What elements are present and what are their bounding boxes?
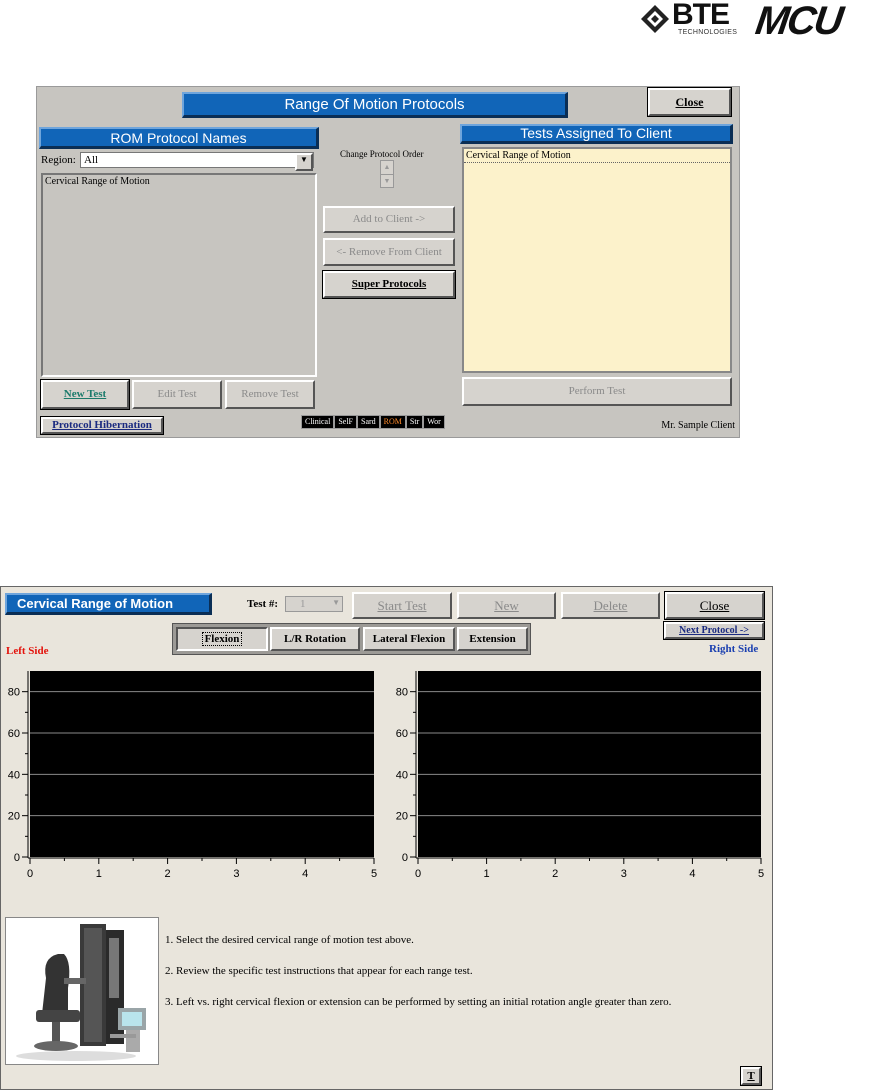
right-side-chart: 0 20 40 60 80 0 1 2 3 4 5 <box>396 671 764 880</box>
protocol-hibernation-label: Protocol Hibernation <box>52 419 152 431</box>
tab-lateral-flexion[interactable]: Lateral Flexion <box>363 627 455 651</box>
next-protocol-button[interactable]: Next Protocol -> <box>663 621 765 640</box>
x-tick-label: 5 <box>371 868 377 880</box>
region-select-value: All <box>84 154 99 166</box>
x-tick-label: 1 <box>484 868 490 880</box>
change-order-label: Change Protocol Order <box>340 149 424 159</box>
instruction-1: 1. Select the desired cervical range of … <box>165 934 414 946</box>
bte-logo-subtext: TECHNOLOGIES <box>678 29 738 36</box>
region-select[interactable]: All ▼ <box>80 152 314 171</box>
protocols-close-label: Close <box>675 95 704 109</box>
rom-protocol-names-header: ROM Protocol Names <box>39 127 319 149</box>
module-strip: Clinical SelF Sard ROM Str Wor <box>301 415 445 429</box>
remove-test-button[interactable]: Remove Test <box>225 380 315 409</box>
y-tick-label: 0 <box>402 852 408 864</box>
equipment-image <box>5 917 159 1065</box>
assigned-tests-list[interactable]: Cervical Range of Motion <box>462 147 732 373</box>
y-tick-label: 40 <box>8 769 20 781</box>
y-tick-label: 20 <box>8 811 20 823</box>
tab-flexion-label: Flexion <box>201 632 243 646</box>
left-side-chart: 0 20 40 60 80 0 1 2 3 4 5 <box>8 671 377 880</box>
delete-button[interactable]: Delete <box>561 592 660 619</box>
start-test-button[interactable]: Start Test <box>352 592 452 619</box>
protocol-names-list[interactable]: Cervical Range of Motion <box>41 173 317 377</box>
module-tab[interactable]: ROM <box>379 415 406 429</box>
protocols-window-title: Range Of Motion Protocols <box>182 92 568 118</box>
t-button-label: T <box>747 1070 755 1082</box>
x-tick-label: 4 <box>689 868 695 880</box>
chevron-down-icon[interactable]: ▼ <box>332 598 340 607</box>
module-tab[interactable]: Sard <box>357 415 380 429</box>
delete-label: Delete <box>593 598 628 613</box>
plot-area <box>418 671 761 857</box>
module-tab[interactable]: Clinical <box>301 415 335 429</box>
list-item[interactable]: Cervical Range of Motion <box>43 175 315 188</box>
list-item[interactable]: Cervical Range of Motion <box>464 149 730 163</box>
x-tick-label: 4 <box>302 868 308 880</box>
left-side-label: Left Side <box>6 645 49 657</box>
bte-logo: BTE TECHNOLOGIES <box>640 0 752 40</box>
y-tick-label: 80 <box>8 687 20 699</box>
new-button[interactable]: New <box>457 592 556 619</box>
test-number-label: Test #: <box>247 598 279 610</box>
tab-lr-rotation[interactable]: L/R Rotation <box>270 627 360 651</box>
y-tick-label: 20 <box>396 811 408 823</box>
region-label: Region: <box>41 154 76 166</box>
instruction-2: 2. Review the specific test instructions… <box>165 965 473 977</box>
module-tab[interactable]: Str <box>405 415 424 429</box>
module-tab[interactable]: Wor <box>423 415 445 429</box>
remove-from-client-button[interactable]: <- Remove From Client <box>323 238 455 266</box>
protocols-close-button[interactable]: Close <box>647 87 732 117</box>
motion-tabs: Flexion L/R Rotation Lateral Flexion Ext… <box>172 623 531 655</box>
start-test-label: Start Test <box>377 598 427 613</box>
x-tick-label: 1 <box>96 868 102 880</box>
y-tick-label: 0 <box>14 852 20 864</box>
test-number-value: 1 <box>300 598 306 610</box>
new-label: New <box>494 598 519 613</box>
protocols-window: Range Of Motion Protocols Close ROM Prot… <box>36 86 740 438</box>
bte-machine-illustration <box>16 924 146 1061</box>
test-window-title: Cervical Range of Motion <box>5 593 212 615</box>
tab-extension[interactable]: Extension <box>457 627 528 651</box>
test-number-select[interactable]: 1 ▼ <box>285 596 343 612</box>
protocol-hibernation-button[interactable]: Protocol Hibernation <box>40 416 164 435</box>
order-spinner[interactable]: ▲ ▼ <box>380 160 394 188</box>
y-tick-label: 40 <box>396 769 408 781</box>
mcu-logo: MCU <box>752 0 845 43</box>
y-tick-label: 60 <box>8 728 20 740</box>
new-test-button[interactable]: New Test <box>40 379 130 410</box>
x-tick-label: 3 <box>233 868 239 880</box>
tests-assigned-header: Tests Assigned To Client <box>460 124 733 144</box>
x-tick-label: 5 <box>758 868 764 880</box>
arrow-down-icon[interactable]: ▼ <box>381 175 393 188</box>
x-tick-label: 0 <box>415 868 421 880</box>
instruction-3: 3. Left vs. right cervical flexion or ex… <box>165 996 672 1008</box>
x-tick-label: 2 <box>165 868 171 880</box>
x-tick-label: 0 <box>27 868 33 880</box>
test-close-label: Close <box>699 598 730 613</box>
module-tab[interactable]: SelF <box>334 415 357 429</box>
super-protocols-button[interactable]: Super Protocols <box>322 270 456 299</box>
chevron-down-icon[interactable]: ▼ <box>295 153 313 171</box>
arrow-up-icon[interactable]: ▲ <box>381 161 393 175</box>
x-tick-label: 2 <box>552 868 558 880</box>
next-protocol-label: Next Protocol -> <box>679 625 749 636</box>
x-tick-label: 3 <box>621 868 627 880</box>
client-name: Mr. Sample Client <box>661 420 735 431</box>
t-button[interactable]: T <box>740 1066 762 1086</box>
right-side-label: Right Side <box>709 643 759 655</box>
edit-test-button[interactable]: Edit Test <box>132 380 222 409</box>
bte-logo-text: BTE <box>672 0 730 31</box>
y-tick-label: 80 <box>396 687 408 699</box>
plot-area <box>30 671 374 857</box>
perform-test-button[interactable]: Perform Test <box>462 377 732 406</box>
test-close-button[interactable]: Close <box>664 591 765 620</box>
super-protocols-label: Super Protocols <box>351 278 427 290</box>
tab-flexion[interactable]: Flexion <box>176 627 268 651</box>
new-test-label: New Test <box>63 388 107 400</box>
bte-diamond-icon <box>641 5 669 33</box>
test-window: Cervical Range of Motion Test #: 1 ▼ Sta… <box>0 586 773 1090</box>
add-to-client-button[interactable]: Add to Client -> <box>323 206 455 233</box>
y-tick-label: 60 <box>396 728 408 740</box>
